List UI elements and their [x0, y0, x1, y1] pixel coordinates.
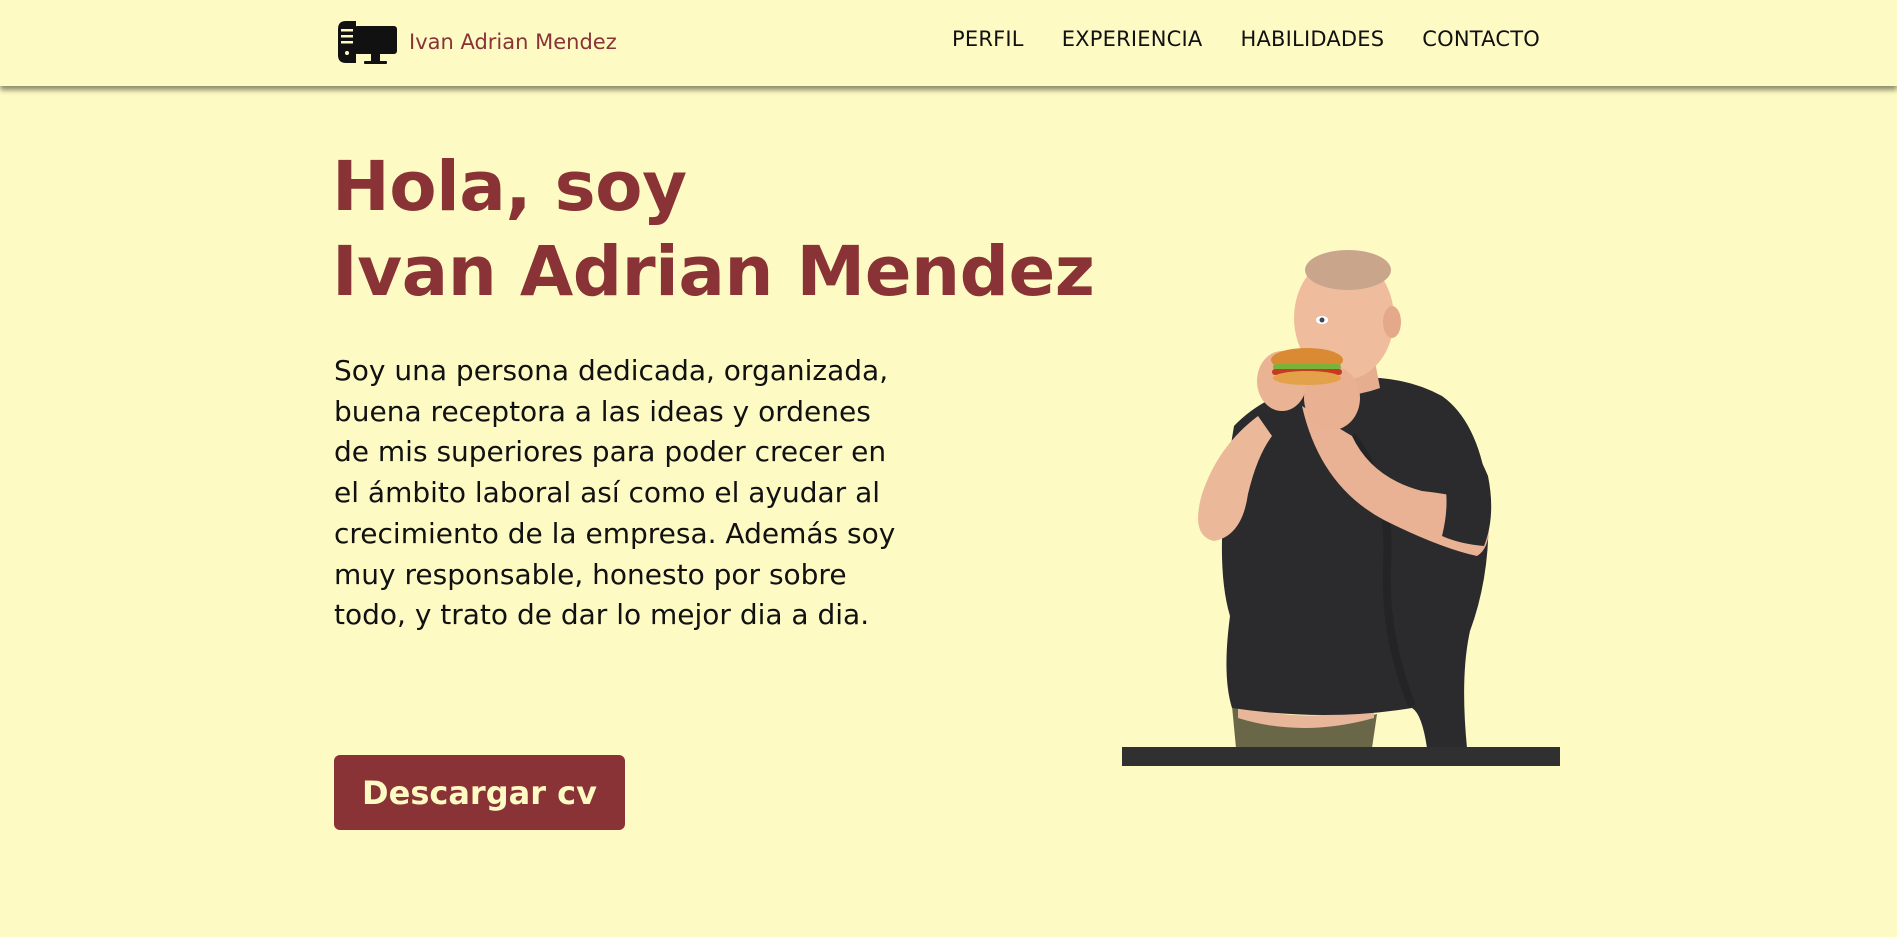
profile-photo: [1122, 236, 1560, 766]
navbar: Ivan Adrian Mendez PERFIL EXPERIENCIA HA…: [0, 0, 1897, 86]
computer-icon: [338, 21, 397, 64]
hero-description: Soy una persona dedicada, organizada, bu…: [334, 354, 896, 632]
brand-link[interactable]: Ivan Adrian Mendez: [334, 17, 617, 67]
hero-title-line-2: Ivan Adrian Mendez: [332, 232, 1095, 312]
nav-link-experiencia[interactable]: EXPERIENCIA: [1062, 27, 1203, 51]
brand-name: Ivan Adrian Mendez: [409, 30, 617, 54]
nav-link-habilidades[interactable]: HABILIDADES: [1240, 27, 1384, 51]
profile-photo-illustration: [1122, 250, 1560, 766]
nav-link-perfil[interactable]: PERFIL: [952, 27, 1024, 51]
hero-title-line-1: Hola, soy: [332, 147, 687, 227]
hero-title: Hola, soy Ivan Adrian Mendez: [332, 145, 1095, 315]
download-cv-button[interactable]: Descargar cv: [334, 755, 625, 830]
main-nav: PERFIL EXPERIENCIA HABILIDADES CONTACTO: [952, 27, 1540, 51]
nav-link-contacto[interactable]: CONTACTO: [1422, 27, 1540, 51]
